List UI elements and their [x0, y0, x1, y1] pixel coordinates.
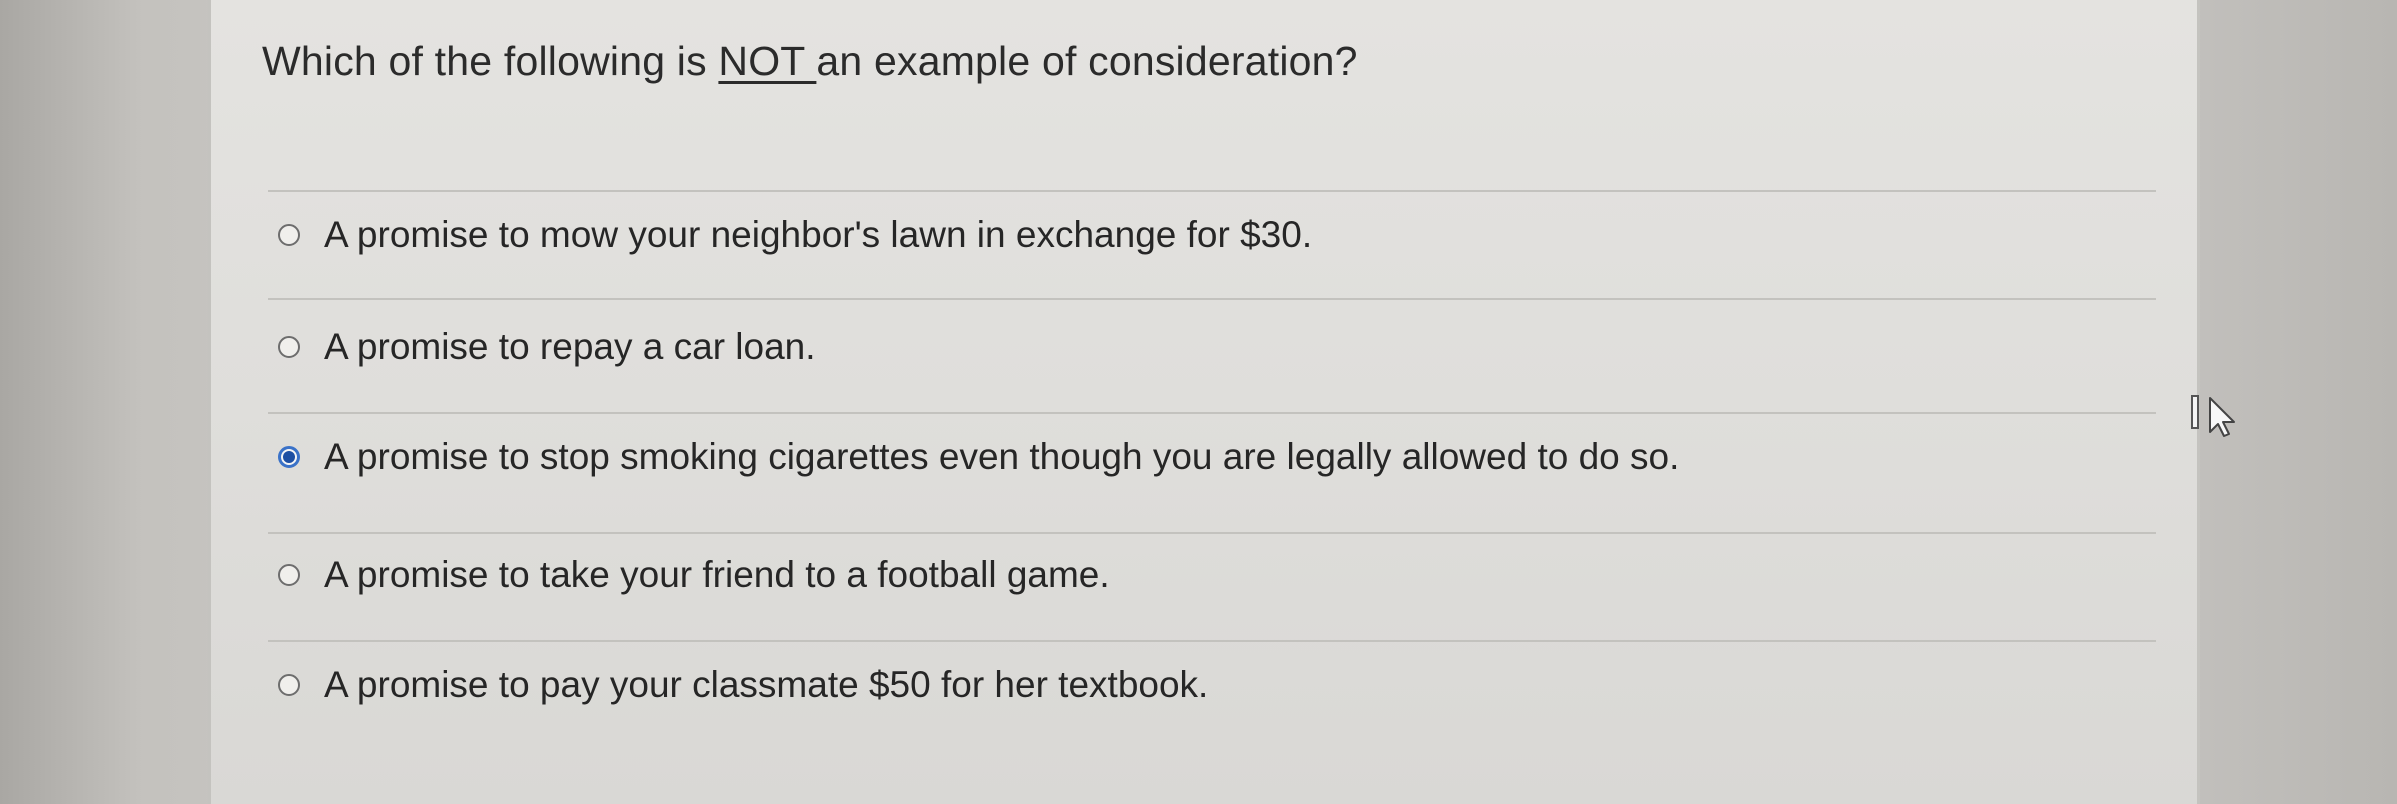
question-prefix: Which of the following is	[262, 38, 719, 84]
radio-button[interactable]	[278, 336, 300, 358]
option-label: A promise to repay a car loan.	[324, 326, 816, 367]
answer-option-5[interactable]: A promise to pay your classmate $50 for …	[278, 664, 1208, 706]
question-text: Which of the following is NOT an example…	[262, 38, 1358, 85]
option-label: A promise to pay your classmate $50 for …	[324, 664, 1209, 705]
option-label: A promise to take your friend to a footb…	[324, 554, 1110, 595]
answer-option-3[interactable]: A promise to stop smoking cigarettes eve…	[278, 436, 1679, 478]
question-emphasis: NOT	[718, 38, 817, 84]
divider	[268, 412, 2156, 414]
radio-button[interactable]	[278, 564, 300, 586]
answer-option-1[interactable]: A promise to mow your neighbor's lawn in…	[278, 214, 1312, 256]
divider	[268, 298, 2156, 300]
option-label: A promise to stop smoking cigarettes eve…	[324, 436, 1680, 477]
option-label: A promise to mow your neighbor's lawn in…	[324, 214, 1313, 255]
divider	[268, 190, 2156, 192]
divider	[268, 532, 2156, 534]
question-suffix: an example of consideration?	[816, 38, 1358, 84]
radio-button[interactable]	[278, 674, 300, 696]
move-cursor-icon	[2191, 395, 2235, 437]
answer-option-2[interactable]: A promise to repay a car loan.	[278, 326, 816, 368]
answer-option-4[interactable]: A promise to take your friend to a footb…	[278, 554, 1110, 596]
radio-button[interactable]	[278, 224, 300, 246]
divider	[268, 640, 2156, 642]
radio-button-selected[interactable]	[278, 446, 300, 468]
